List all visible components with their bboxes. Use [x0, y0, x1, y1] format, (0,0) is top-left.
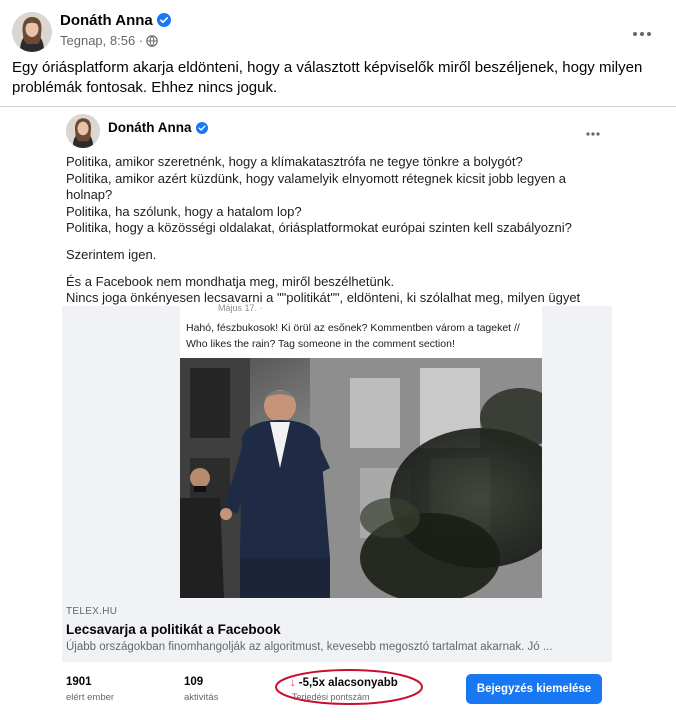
embedded-post-header: Donáth Anna [66, 114, 608, 150]
reach-label: elért ember [66, 692, 115, 703]
post-timestamp[interactable]: Tegnap, 8:56 · [60, 33, 143, 48]
quoted-post: Május 17. · Hahó, fészbukosok! Ki örül a… [180, 303, 542, 358]
verified-badge-icon [156, 13, 171, 31]
post-meta: Tegnap, 8:56 · [60, 33, 158, 50]
engagement-stat: 109 aktivitás [184, 676, 218, 703]
verified-badge-icon [195, 122, 208, 137]
link-preview: TELEX.HU Lecsavarja a politikát a Facebo… [62, 600, 612, 662]
shared-content: Május 17. · Hahó, fészbukosok! Ki örül a… [62, 303, 612, 718]
embedded-author-text: Donáth Anna [108, 120, 192, 135]
more-options-icon [578, 122, 608, 146]
distribution-score: ↓ -5,5x alacsonyabb Terjedési pontszám [274, 668, 424, 706]
score-value-text: -5,5x alacsonyabb [298, 677, 398, 689]
author-name[interactable]: Donáth Anna [60, 12, 171, 31]
boost-post-button: Bejegyzés kiemelése [466, 674, 602, 704]
author-name-text[interactable]: Donáth Anna [60, 12, 153, 29]
globe-icon [146, 35, 158, 50]
more-options-icon[interactable] [624, 16, 660, 52]
post-header: Donáth Anna Tegnap, 8:56 · [12, 12, 664, 54]
reach-value: 1901 [66, 676, 92, 688]
link-domain: TELEX.HU [66, 606, 118, 617]
embedded-author-avatar [66, 114, 100, 148]
score-value: ↓ -5,5x alacsonyabb [290, 677, 398, 689]
engagement-value: 109 [184, 676, 204, 688]
embedded-line-3: Politika, ha szólunk, hogy a hatalom lop… [66, 203, 302, 219]
link-title: Lecsavarja a politikát a Facebook [66, 622, 281, 637]
quoted-date: Május 17. · [218, 303, 263, 313]
embedded-line-2: Politika, amikor azért küzdünk, hogy val… [66, 170, 567, 203]
score-label: Terjedési pontszám [292, 692, 370, 702]
author-avatar[interactable] [12, 12, 52, 52]
quoted-text: Hahó, fészbukosok! Ki örül az esőnek? Ko… [186, 322, 520, 350]
embedded-author-name: Donáth Anna [108, 120, 208, 137]
embedded-opinion: Szerintem igen. [66, 246, 157, 262]
engagement-label: aktivitás [184, 692, 219, 703]
post-text: Egy óriásplatform akarja eldönteni, hogy… [12, 59, 643, 96]
embedded-post-screenshot: Donáth Anna Politika, amikor szeretnénk,… [62, 108, 612, 720]
link-description: Újabb országokban finomhangolják az algo… [66, 641, 553, 653]
down-arrow-icon: ↓ [290, 677, 296, 689]
post-insights: 1901 elért ember 109 aktivitás ↓ -5,5x al… [62, 662, 612, 718]
reach-stat: 1901 elért ember [66, 676, 114, 703]
post-photo [180, 358, 542, 598]
embedded-line-1: Politika, amikor szeretnénk, hogy a klím… [66, 154, 523, 169]
divider [0, 106, 676, 107]
embedded-line-4: Politika, hogy a közösségi oldalakat, ór… [66, 220, 572, 236]
